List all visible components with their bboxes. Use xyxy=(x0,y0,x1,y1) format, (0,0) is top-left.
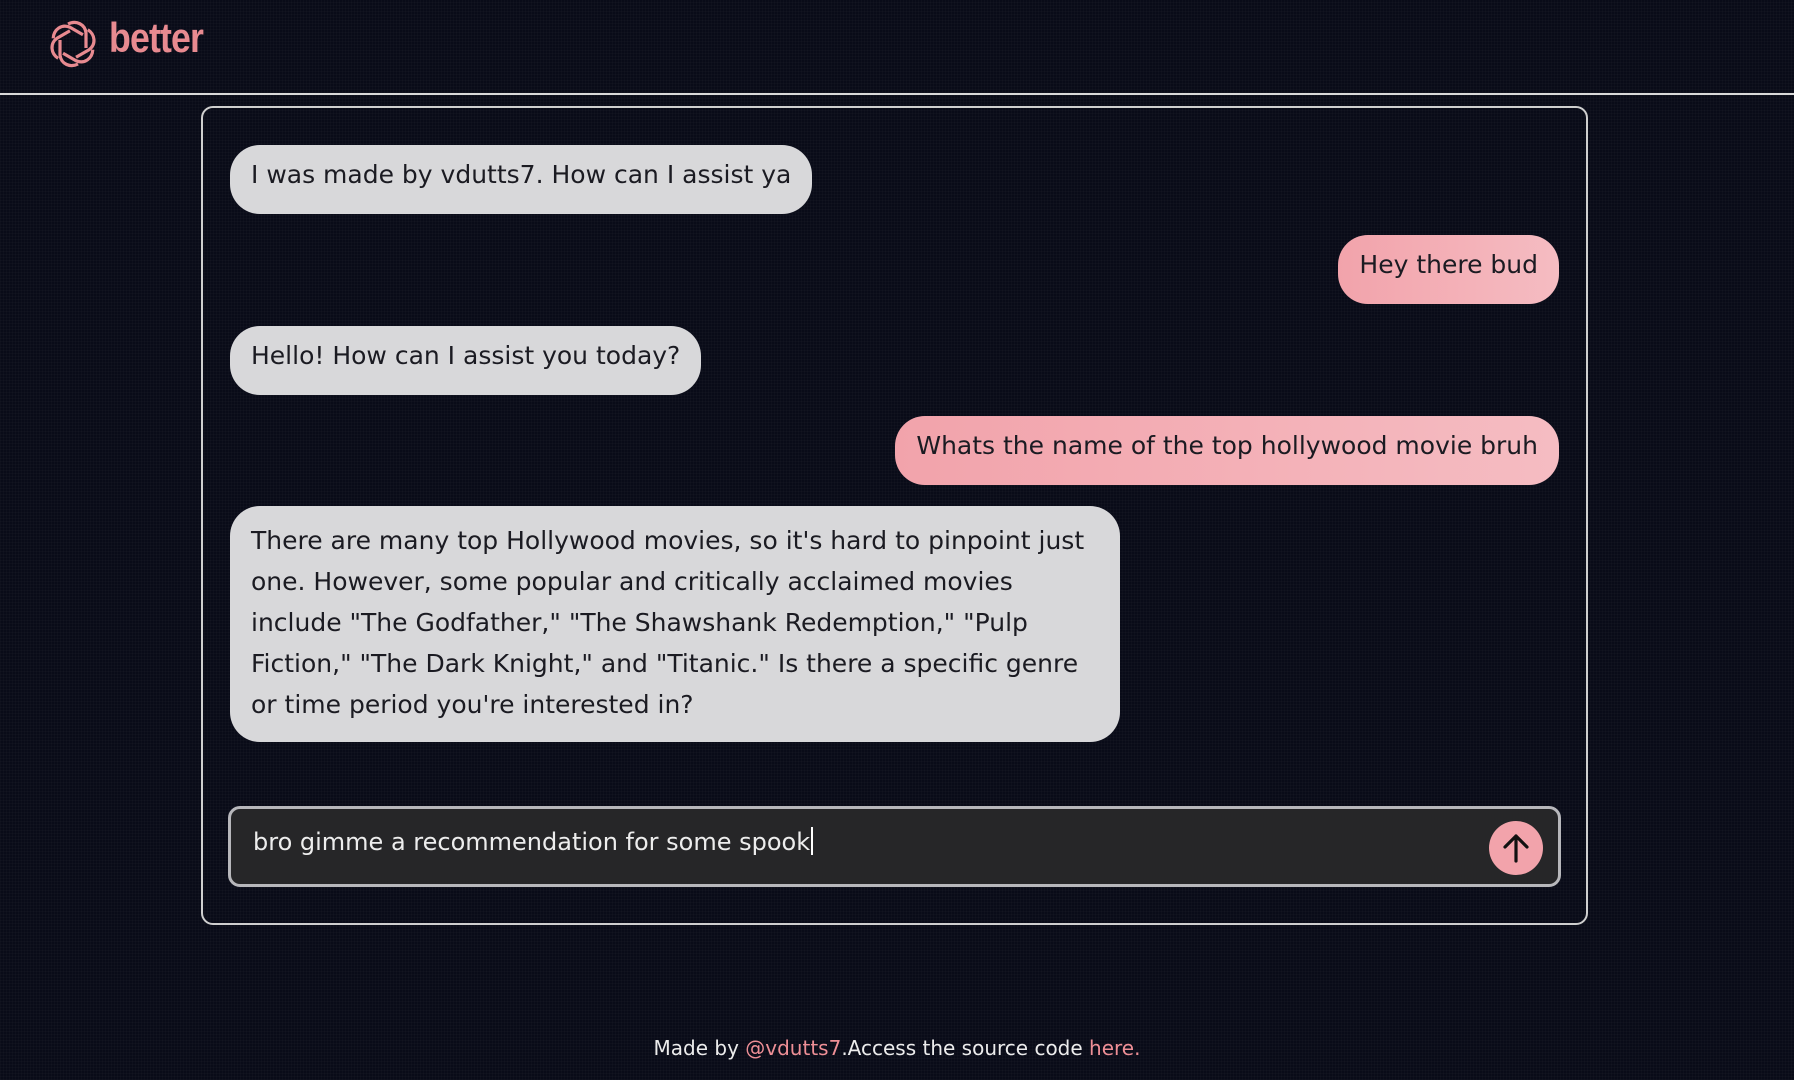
bot-message: Hello! How can I assist you today? xyxy=(230,326,702,395)
app-header: better xyxy=(0,0,1794,95)
footer-suffix: . xyxy=(1134,1036,1141,1060)
user-message: Hey there bud xyxy=(1338,235,1559,304)
footer-prefix: Made by xyxy=(653,1036,746,1060)
footer-middle: .Access the source code xyxy=(841,1036,1090,1060)
message-input-value[interactable]: bro gimme a recommendation for some spoo… xyxy=(253,827,814,856)
author-link[interactable]: @vdutts7 xyxy=(745,1036,841,1060)
source-code-link[interactable]: here xyxy=(1089,1036,1134,1060)
brand-name[interactable]: better xyxy=(109,14,204,62)
user-message: Whats the name of the top hollywood movi… xyxy=(895,416,1559,485)
message-input[interactable]: bro gimme a recommendation for some spoo… xyxy=(228,806,1561,887)
openai-knot-icon[interactable] xyxy=(45,16,101,72)
arrow-up-icon xyxy=(1503,834,1529,863)
bot-message: There are many top Hollywood movies, so … xyxy=(230,506,1120,742)
bot-message: I was made by vdutts7. How can I assist … xyxy=(230,145,813,214)
footer: Made by @vdutts7.Access the source code … xyxy=(0,1036,1794,1060)
send-button[interactable] xyxy=(1489,821,1543,875)
text-caret xyxy=(811,827,814,855)
